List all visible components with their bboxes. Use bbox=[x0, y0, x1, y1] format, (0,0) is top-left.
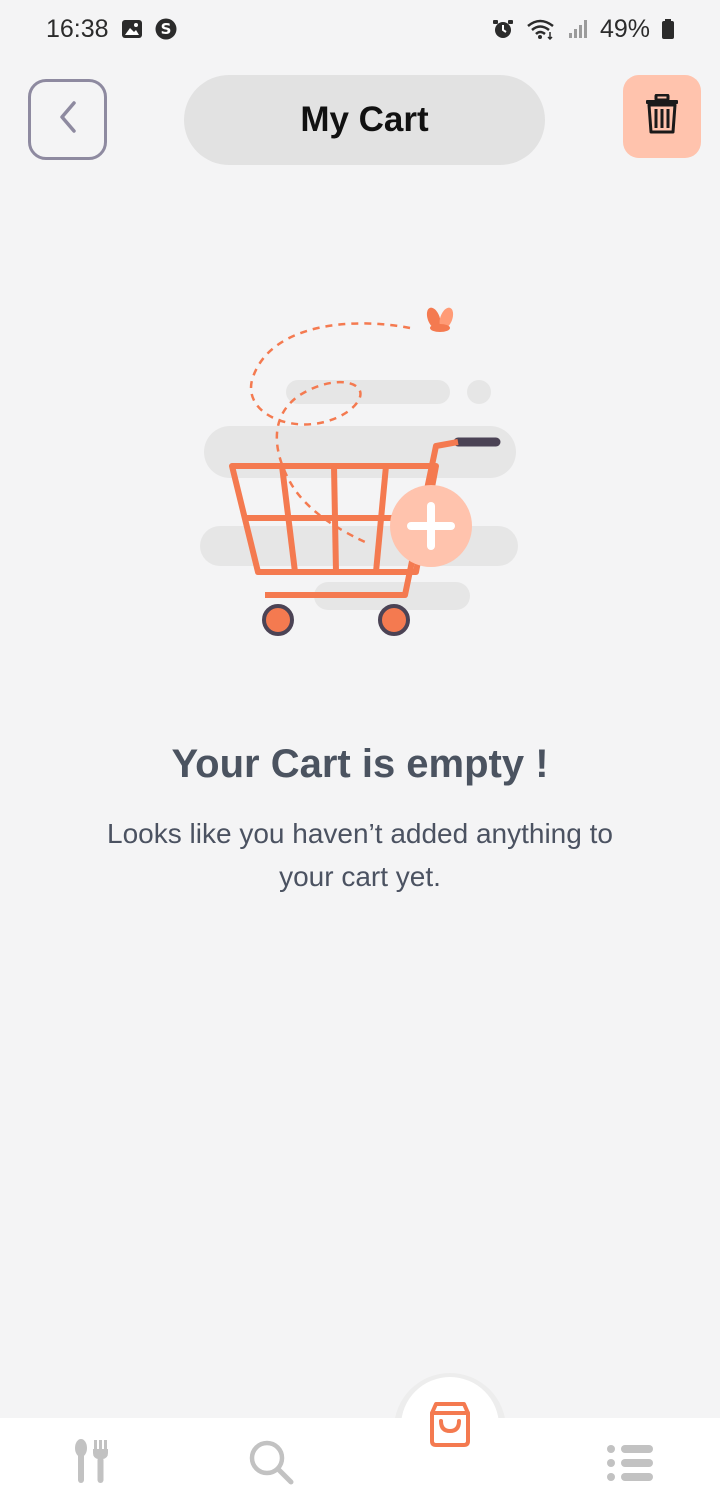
nav-cart-button[interactable] bbox=[401, 1377, 499, 1475]
signal-icon bbox=[568, 19, 588, 39]
chevron-left-icon bbox=[56, 99, 80, 140]
battery-icon bbox=[662, 19, 674, 39]
s-circle-icon: S bbox=[155, 18, 177, 40]
battery-percent: 49% bbox=[599, 14, 650, 43]
shopping-bag-icon bbox=[428, 1401, 472, 1452]
nav-search-button[interactable] bbox=[246, 1440, 296, 1488]
header: My Cart bbox=[0, 74, 720, 166]
status-right: 49% bbox=[492, 15, 674, 44]
status-time: 16:38 bbox=[46, 14, 109, 43]
empty-cart-illustration bbox=[190, 290, 530, 640]
nav-menu-button[interactable] bbox=[66, 1438, 116, 1490]
trash-icon bbox=[644, 93, 680, 139]
back-button[interactable] bbox=[28, 79, 107, 160]
clear-cart-button[interactable] bbox=[623, 75, 701, 158]
status-left: 16:38 S bbox=[46, 15, 177, 44]
wifi-icon bbox=[526, 18, 556, 40]
bottom-nav bbox=[0, 1418, 720, 1498]
svg-text:S: S bbox=[160, 20, 171, 38]
search-icon bbox=[248, 1439, 294, 1490]
empty-cart-subtitle: Looks like you haven’t added anything to… bbox=[107, 818, 613, 892]
page-title: My Cart bbox=[300, 100, 429, 139]
cart-screen: 16:38 S 49% My Cart Your Cart is empty !… bbox=[0, 0, 720, 1498]
empty-cart-title: Your Cart is empty ! bbox=[171, 742, 549, 786]
alarm-icon bbox=[492, 18, 514, 40]
nav-list-button[interactable] bbox=[602, 1442, 658, 1488]
fork-spoon-icon bbox=[73, 1438, 109, 1490]
list-icon bbox=[605, 1443, 655, 1488]
gallery-icon bbox=[121, 19, 143, 39]
status-bar: 16:38 S 49% bbox=[0, 0, 720, 58]
page-title-pill: My Cart bbox=[184, 75, 545, 165]
